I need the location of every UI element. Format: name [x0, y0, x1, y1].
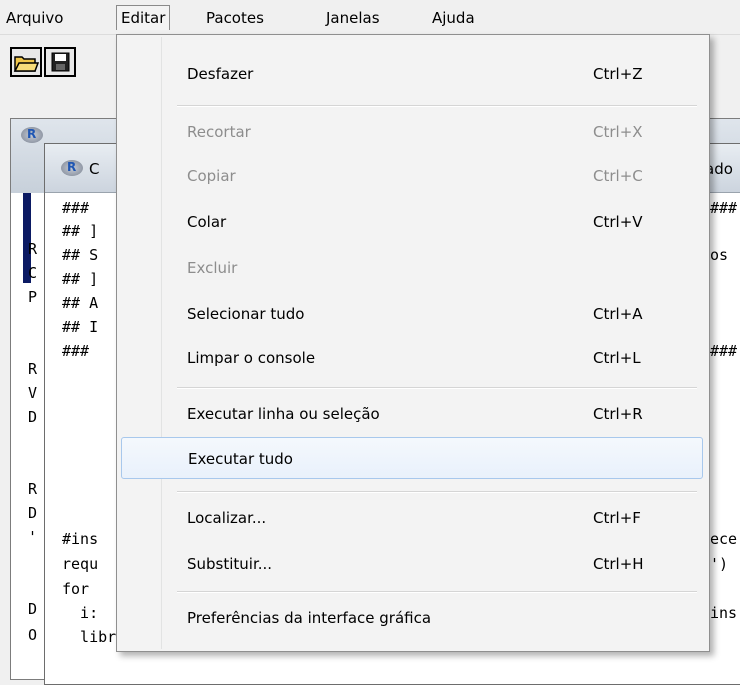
- menu-item-label: Desfazer: [187, 65, 254, 83]
- menu-item-shortcut: Ctrl+H: [593, 555, 644, 573]
- console-char-9: D: [28, 600, 38, 618]
- editor-title-left: C: [89, 160, 100, 178]
- menu-item-shortcut: Ctrl+R: [593, 405, 643, 423]
- menu-item-shortcut: Ctrl+X: [593, 123, 643, 141]
- console-char-10: O: [28, 626, 38, 644]
- code-line-right: ins: [710, 604, 738, 622]
- menu-pacotes[interactable]: Pacotes: [206, 9, 264, 27]
- menu-separator: [177, 105, 697, 107]
- menu-bar: Arquivo Editar Pacotes Janelas Ajuda: [0, 0, 740, 35]
- code-line-left: ###: [62, 199, 90, 217]
- code-line-right: os: [710, 246, 729, 264]
- menu-janelas[interactable]: Janelas: [326, 9, 380, 27]
- edit-menu-dropdown: Desfazer Ctrl+Z Recortar Ctrl+X Copiar C…: [116, 34, 710, 652]
- menu-item-label: Limpar o console: [187, 349, 316, 367]
- menu-item-delete[interactable]: Excluir: [121, 247, 703, 289]
- menu-item-label: Selecionar tudo: [187, 305, 305, 323]
- console-char-2: P: [28, 288, 38, 306]
- code-line-left: #ins: [62, 530, 99, 548]
- menu-item-shortcut: Ctrl+Z: [593, 65, 643, 83]
- code-line-left: i:: [62, 604, 99, 622]
- menu-item-cut[interactable]: Recortar Ctrl+X: [121, 111, 703, 153]
- menu-item-run-line[interactable]: Executar linha ou seleção Ctrl+R: [121, 393, 703, 435]
- menu-item-shortcut: Ctrl+A: [593, 305, 643, 323]
- console-char-6: R: [28, 480, 38, 498]
- menu-item-find[interactable]: Localizar... Ctrl+F: [121, 497, 703, 539]
- menu-item-copy[interactable]: Copiar Ctrl+C: [121, 155, 703, 197]
- menu-item-shortcut: Ctrl+L: [593, 349, 641, 367]
- code-line-right: '): [710, 555, 729, 573]
- menu-item-shortcut: Ctrl+F: [593, 509, 641, 527]
- menu-item-clear-console[interactable]: Limpar o console Ctrl+L: [121, 337, 703, 379]
- menu-separator: [177, 491, 697, 493]
- menu-item-select-all[interactable]: Selecionar tudo Ctrl+A: [121, 293, 703, 335]
- menu-item-label: Excluir: [187, 259, 238, 277]
- menu-item-label: Recortar: [187, 123, 251, 141]
- r-logo-icon: R: [61, 160, 83, 176]
- menu-item-label: Executar linha ou seleção: [187, 405, 380, 423]
- menu-item-label: Executar tudo: [188, 450, 293, 468]
- menu-item-label: Colar: [187, 213, 227, 231]
- menu-item-run-all[interactable]: Executar tudo: [121, 437, 703, 479]
- code-line-right: ###: [710, 199, 738, 217]
- console-char-5: D: [28, 408, 38, 426]
- folder-open-icon: [13, 56, 40, 72]
- save-button[interactable]: [44, 47, 76, 77]
- open-file-button[interactable]: [10, 47, 42, 77]
- floppy-disk-icon: [51, 52, 70, 72]
- menu-item-shortcut: Ctrl+C: [593, 167, 643, 185]
- menu-editar[interactable]: Editar: [116, 5, 171, 30]
- code-line-left: ## A: [62, 294, 99, 312]
- menu-item-gui-preferences[interactable]: Preferências da interface gráfica: [121, 597, 703, 639]
- menu-item-shortcut: Ctrl+V: [593, 213, 643, 231]
- menu-item-label: Preferências da interface gráfica: [187, 609, 432, 627]
- menu-item-paste[interactable]: Colar Ctrl+V: [121, 201, 703, 243]
- menu-item-undo[interactable]: Desfazer Ctrl+Z: [121, 53, 703, 95]
- code-line-left: ## I: [62, 318, 99, 336]
- menu-separator: [177, 591, 697, 593]
- code-line-left: ## S: [62, 246, 99, 264]
- menu-arquivo[interactable]: Arquivo: [6, 9, 63, 27]
- menu-item-label: Localizar...: [187, 509, 267, 527]
- console-char-3: R: [28, 360, 38, 378]
- menu-item-label: Copiar: [187, 167, 236, 185]
- console-char-4: V: [28, 384, 38, 402]
- code-line-left: ## ]: [62, 270, 99, 288]
- menu-ajuda[interactable]: Ajuda: [432, 9, 475, 27]
- menu-item-replace[interactable]: Substituir... Ctrl+H: [121, 543, 703, 585]
- console-char-7: D: [28, 504, 38, 522]
- code-line-left: for: [62, 580, 90, 598]
- code-line-left: ## ]: [62, 222, 99, 240]
- menu-separator: [177, 387, 697, 389]
- code-line-left: ###: [62, 342, 90, 360]
- code-line-left: requ: [62, 555, 99, 573]
- menu-item-label: Substituir...: [187, 555, 273, 573]
- code-line-right: ece: [710, 530, 738, 548]
- console-char-8: ': [28, 528, 38, 546]
- console-char-1: C: [28, 264, 38, 282]
- console-char-0: R: [28, 240, 38, 258]
- code-line-right: ###: [710, 342, 738, 360]
- r-logo-icon: R: [21, 127, 43, 143]
